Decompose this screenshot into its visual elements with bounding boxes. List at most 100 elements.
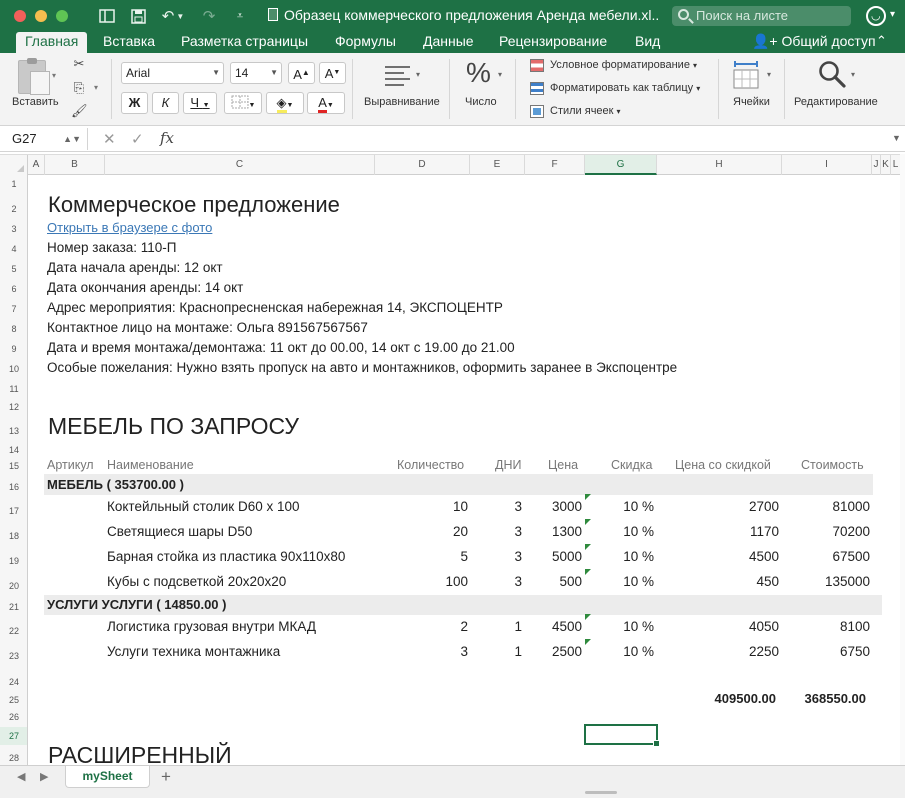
row-header[interactable]: 24 (0, 677, 27, 687)
row-header[interactable]: 19 (0, 556, 27, 566)
paste-icon[interactable] (18, 58, 50, 95)
select-all-button[interactable] (0, 155, 28, 175)
worksheet-grid[interactable]: Коммерческое предложение Открыть в брауз… (29, 175, 901, 765)
next-sheet-arrow-icon[interactable]: ▶ (40, 770, 48, 783)
editing-label[interactable]: Редактирование (794, 96, 878, 108)
cells-label[interactable]: Ячейки (733, 96, 770, 108)
alignment-label[interactable]: Выравнивание (364, 96, 440, 108)
column-header-b[interactable]: B (45, 155, 105, 175)
row-header[interactable]: 16 (0, 482, 27, 492)
row-header[interactable]: 25 (0, 695, 27, 705)
format-painter-icon[interactable]: 🖌 (71, 103, 88, 119)
row-header[interactable]: 26 (0, 712, 27, 722)
find-magnifier-icon[interactable] (818, 60, 846, 91)
row-header[interactable]: 3 (0, 224, 27, 234)
undo-icon[interactable]: ↶ ▼ (160, 7, 186, 25)
borders-button[interactable]: ▼ (224, 92, 262, 114)
italic-button[interactable]: К (152, 92, 179, 114)
column-header-l[interactable]: L (891, 155, 900, 175)
row-header[interactable]: 9 (0, 344, 27, 354)
row-header[interactable]: 8 (0, 324, 27, 334)
font-size-select[interactable]: 14 ▼ (230, 62, 282, 84)
row-header[interactable]: 11 (0, 384, 27, 394)
format-as-table-button[interactable]: Форматировать как таблицу ▾ (550, 82, 700, 94)
chevron-down-icon[interactable]: ▾ (890, 9, 895, 20)
row-header[interactable]: 4 (0, 244, 27, 254)
column-header-a[interactable]: A (28, 155, 45, 175)
collapse-ribbon-icon[interactable]: ⌃ (876, 33, 887, 49)
percent-icon[interactable]: % (466, 57, 491, 89)
bold-button[interactable]: Ж (121, 92, 148, 114)
row-header[interactable]: 7 (0, 304, 27, 314)
cells-icon[interactable] (733, 61, 761, 92)
photo-link[interactable]: Открыть в браузере с фото (47, 220, 212, 235)
row-header[interactable]: 22 (0, 626, 27, 636)
column-header-h[interactable]: H (657, 155, 782, 175)
sheet-tab-mysheet[interactable]: mySheet (65, 766, 150, 788)
row-header[interactable]: 10 (0, 364, 27, 374)
tab-data[interactable]: Данные (414, 32, 483, 53)
copy-icon[interactable]: ⎘ (71, 80, 87, 96)
save-icon[interactable] (129, 7, 147, 25)
row-header[interactable]: 18 (0, 531, 27, 541)
chevron-down-icon[interactable]: ▾ (767, 70, 771, 79)
sidebar-toggle-icon[interactable] (98, 7, 116, 25)
number-label[interactable]: Число (465, 96, 497, 108)
font-color-button[interactable]: A▼ (307, 92, 345, 114)
selected-cell-g27[interactable] (584, 724, 660, 747)
row-header[interactable]: 5 (0, 264, 27, 274)
tab-formulas[interactable]: Формулы (326, 32, 405, 53)
expand-formula-icon[interactable]: ▼ (892, 133, 901, 143)
sheet-search-input[interactable]: Поиск на листе (672, 6, 851, 26)
column-header-d[interactable]: D (375, 155, 470, 175)
conditional-format-button[interactable]: Условное форматирование ▾ (550, 59, 697, 71)
column-header-i[interactable]: I (782, 155, 872, 175)
maximize-window-button[interactable] (56, 10, 68, 22)
close-window-button[interactable] (14, 10, 26, 22)
feedback-smiley-icon[interactable] (866, 6, 886, 26)
insert-function-icon[interactable]: fx (160, 129, 174, 147)
tab-view[interactable]: Вид (626, 32, 669, 53)
paste-dropdown-icon[interactable]: ▾ (52, 71, 56, 80)
row-header-selected[interactable]: 27 (0, 727, 27, 745)
tab-home[interactable]: Главная (16, 32, 88, 53)
chevron-down-icon[interactable]: ▾ (498, 70, 502, 79)
row-header[interactable]: 6 (0, 284, 27, 294)
tab-review[interactable]: Рецензирование (490, 32, 616, 53)
vertical-scrollbar[interactable] (900, 154, 905, 765)
column-header-j[interactable]: J (872, 155, 881, 175)
row-header[interactable]: 12 (0, 402, 27, 412)
font-name-select[interactable]: Arial ▼ (121, 62, 224, 84)
row-header[interactable]: 14 (0, 445, 27, 455)
grow-font-button[interactable]: A▲ (288, 62, 315, 84)
shrink-font-button[interactable]: A▼ (319, 62, 346, 84)
column-header-g[interactable]: G (585, 155, 657, 175)
row-header[interactable]: 1 (0, 179, 27, 189)
cut-icon[interactable]: ✂ (71, 56, 87, 72)
minimize-window-button[interactable] (35, 10, 47, 22)
alignment-icon[interactable] (384, 64, 414, 89)
row-header[interactable]: 21 (0, 602, 27, 612)
chevron-down-icon[interactable]: ▾ (416, 70, 420, 79)
horizontal-scrollbar[interactable] (585, 791, 617, 794)
underline-button[interactable]: Ч ▼ (183, 92, 217, 114)
column-header-c[interactable]: C (105, 155, 375, 175)
row-header[interactable]: 15 (0, 461, 27, 471)
share-button[interactable]: 👤+ Общий доступ (752, 33, 876, 50)
redo-icon[interactable]: ↷ (200, 7, 218, 25)
fill-color-button[interactable]: ◈▼ (266, 92, 304, 114)
row-header[interactable]: 17 (0, 506, 27, 516)
copy-dropdown-icon[interactable]: ▾ (94, 83, 98, 92)
column-header-f[interactable]: F (525, 155, 585, 175)
column-header-e[interactable]: E (470, 155, 525, 175)
confirm-formula-icon[interactable]: ✓ (131, 130, 144, 148)
row-header[interactable]: 20 (0, 581, 27, 591)
row-header[interactable]: 23 (0, 651, 27, 661)
prev-sheet-arrow-icon[interactable]: ◀ (17, 770, 25, 783)
cell-styles-button[interactable]: Стили ячеек ▾ (550, 105, 621, 117)
add-sheet-button[interactable]: + (161, 767, 171, 787)
formula-input[interactable] (188, 126, 878, 151)
column-header-k[interactable]: K (881, 155, 891, 175)
chevron-down-icon[interactable]: ▾ (851, 70, 855, 79)
tab-page-layout[interactable]: Разметка страницы (172, 32, 317, 53)
